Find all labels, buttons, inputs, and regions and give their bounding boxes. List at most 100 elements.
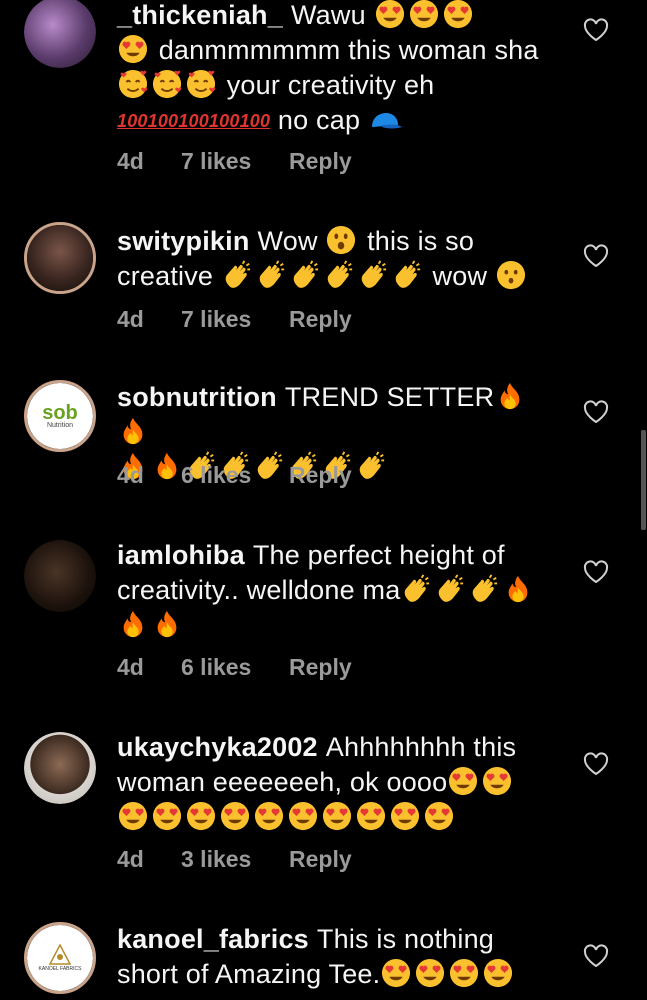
comment-body: no cap: [277, 105, 361, 135]
heart-eyes-emoji: [389, 801, 421, 831]
hundred-emoji: 100: [117, 111, 148, 131]
avatar-logo-text: KANOEL FABRICS: [38, 966, 82, 972]
like-heart-icon[interactable]: [583, 244, 609, 268]
comment-body: danmmmmmm this woman sha: [158, 35, 539, 65]
hundred-emoji: 100: [147, 111, 179, 131]
comment-username[interactable]: kanoel_fabrics: [117, 924, 309, 954]
heart-eyes-emoji: [448, 958, 480, 988]
comment-likes[interactable]: 6 likes: [181, 462, 289, 489]
reply-button[interactable]: Reply: [289, 306, 352, 333]
clap-emoji: [289, 260, 321, 290]
heart-eyes-emoji: [117, 34, 149, 64]
comment-username[interactable]: iamlohiba: [117, 540, 245, 570]
comment-body: TREND SETTER: [284, 382, 495, 412]
comment-text: iamlohiba The perfect height of creativit…: [117, 538, 557, 643]
heart-eyes-emoji: [117, 801, 149, 831]
comment-body: Wow: [257, 226, 318, 256]
fire-emoji: [502, 574, 534, 604]
fire-emoji: [494, 381, 526, 411]
comment-likes[interactable]: 7 likes: [181, 148, 289, 175]
heart-eyes-emoji: [321, 801, 353, 831]
like-heart-icon[interactable]: [583, 400, 609, 424]
clap-emoji: [391, 260, 423, 290]
heart-eyes-emoji: [380, 958, 412, 988]
comment-meta: 4d 7 likes Reply: [117, 148, 352, 175]
heart-eyes-emoji: [414, 958, 446, 988]
like-heart-icon[interactable]: [583, 944, 609, 968]
fire-emoji: [117, 609, 149, 639]
avatar[interactable]: [24, 732, 96, 804]
reply-button[interactable]: Reply: [289, 148, 352, 175]
comment-time: 4d: [117, 306, 144, 332]
hundred-emoji: 100: [178, 111, 209, 131]
hundred-emoji: 100: [239, 111, 271, 131]
smiling-hearts-emoji: [151, 69, 183, 99]
clap-emoji: [468, 574, 500, 604]
heart-eyes-emoji: [374, 0, 406, 29]
heart-eyes-emoji: [442, 0, 474, 29]
smiling-hearts-emoji: [185, 69, 217, 99]
comment-meta: 4d 7 likes Reply: [117, 306, 352, 333]
clap-emoji: [434, 574, 466, 604]
hushed-emoji: [495, 260, 527, 290]
heart-eyes-emoji: [151, 801, 183, 831]
avatar[interactable]: [24, 0, 96, 68]
heart-eyes-emoji: [287, 801, 319, 831]
avatar-logo-text: sob: [42, 401, 78, 424]
comment-username[interactable]: _thickeniah_: [117, 0, 283, 30]
heart-eyes-emoji: [408, 0, 440, 29]
avatar-logo-subtext: Nutrition: [46, 421, 74, 429]
hundred-emoji: 100: [208, 111, 240, 131]
clap-emoji: [221, 260, 253, 290]
comment-time: 4d: [117, 148, 144, 174]
comment-meta: 4d 6 likes Reply: [117, 462, 352, 489]
comment-body: Wawu: [290, 0, 366, 30]
comment-time: 4d: [117, 846, 144, 872]
comment-username[interactable]: switypikin: [117, 226, 250, 256]
heart-eyes-emoji: [481, 766, 513, 796]
like-heart-icon[interactable]: [583, 18, 609, 42]
comment-text: switypikin Wow this is so creative wow: [117, 224, 557, 294]
avatar[interactable]: [24, 540, 96, 612]
comment-text: kanoel_fabrics This is nothing short of A…: [117, 922, 557, 992]
reply-button[interactable]: Reply: [289, 846, 352, 873]
like-heart-icon[interactable]: [583, 560, 609, 584]
comment-likes[interactable]: 6 likes: [181, 654, 289, 681]
comment-body: your creativity eh: [226, 70, 435, 100]
clap-emoji: [357, 260, 389, 290]
heart-eyes-emoji: [253, 801, 285, 831]
clap-emoji: [323, 260, 355, 290]
comment-body: wow: [432, 261, 488, 291]
clap-emoji: [255, 260, 287, 290]
comment-username[interactable]: ukaychyka2002: [117, 732, 318, 762]
comment-text: _thickeniah_ Wawu danmmmmmm this woman sh…: [117, 0, 557, 139]
heart-eyes-emoji: [355, 801, 387, 831]
like-heart-icon[interactable]: [583, 752, 609, 776]
cap-emoji: [368, 109, 404, 133]
heart-eyes-emoji: [447, 766, 479, 796]
smiling-hearts-emoji: [117, 69, 149, 99]
clap-emoji: [400, 574, 432, 604]
reply-button[interactable]: Reply: [289, 462, 352, 489]
heart-eyes-emoji: [482, 958, 514, 988]
comment-time: 4d: [117, 462, 144, 488]
surprised-emoji: [325, 225, 357, 255]
fire-emoji: [151, 609, 183, 639]
comment-time: 4d: [117, 654, 144, 680]
heart-eyes-emoji: [423, 801, 455, 831]
comment-text: ukaychyka2002 Ahhhhhhhh this woman eeeeee…: [117, 730, 557, 835]
avatar[interactable]: KANOEL FABRICS: [24, 922, 96, 994]
reply-button[interactable]: Reply: [289, 654, 352, 681]
heart-eyes-emoji: [219, 801, 251, 831]
clap-emoji: [355, 451, 387, 481]
comment-likes[interactable]: 7 likes: [181, 306, 289, 333]
avatar[interactable]: sob Nutrition: [24, 380, 96, 452]
heart-eyes-emoji: [185, 801, 217, 831]
comment-username[interactable]: sobnutrition: [117, 382, 277, 412]
comment-meta: 4d 6 likes Reply: [117, 654, 352, 681]
scrollbar[interactable]: [641, 430, 646, 530]
avatar[interactable]: [24, 222, 96, 294]
kanoel-logo-icon: [48, 944, 72, 965]
comment-likes[interactable]: 3 likes: [181, 846, 289, 873]
fire-emoji: [117, 416, 149, 446]
